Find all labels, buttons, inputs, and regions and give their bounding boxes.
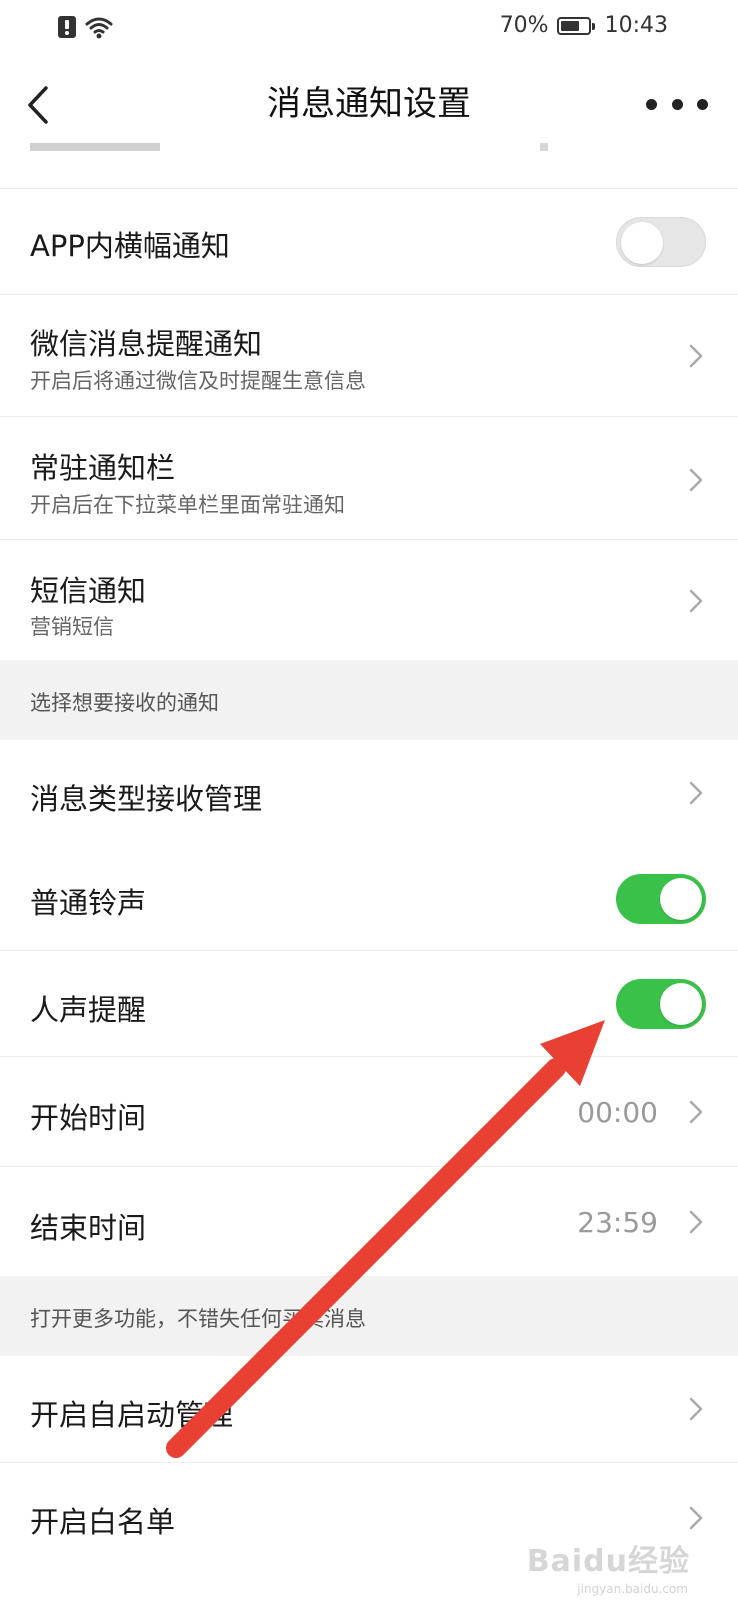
row-app-banner[interactable]: APP内横幅通知: [0, 188, 738, 294]
ringtone-toggle[interactable]: [616, 874, 706, 924]
chevron-right-icon: [689, 1506, 703, 1530]
chevron-right-icon: [689, 1210, 703, 1234]
row-label: 开启自启动管理: [30, 1398, 234, 1432]
row-sms[interactable]: 短信通知 营销短信: [0, 539, 738, 660]
chevron-right-icon: [689, 468, 703, 492]
row-label: 微信消息提醒通知: [30, 327, 263, 361]
row-label: 消息类型接收管理: [30, 782, 263, 816]
start-time-value: 00:00: [577, 1096, 658, 1129]
end-time-value: 23:59: [577, 1206, 658, 1239]
chevron-right-icon: [689, 344, 703, 368]
row-msg-type[interactable]: 消息类型接收管理: [0, 740, 738, 846]
banner-toggle[interactable]: [616, 217, 706, 267]
row-voice-reminder[interactable]: 人声提醒: [0, 950, 738, 1056]
status-bar: 70% 10:43: [0, 0, 738, 56]
row-label: 常驻通知栏: [30, 451, 176, 485]
row-end-time[interactable]: 结束时间 23:59: [0, 1166, 738, 1276]
row-label: APP内横幅通知: [30, 229, 230, 263]
row-label: 开始时间: [30, 1101, 147, 1135]
row-sublabel: 开启后在下拉菜单栏里面常驻通知: [30, 493, 345, 517]
row-start-time[interactable]: 开始时间 00:00: [0, 1056, 738, 1166]
watermark-url: jingyan.baidu.com: [577, 1582, 688, 1596]
section-label: 打开更多功能，不错失任何买卖消息: [30, 1307, 366, 1331]
voice-toggle[interactable]: [616, 979, 706, 1029]
battery-level: [560, 20, 579, 31]
row-resident-bar[interactable]: 常驻通知栏 开启后在下拉菜单栏里面常驻通知: [0, 416, 738, 539]
watermark-logo: Baidu经验: [526, 1544, 690, 1579]
settings-list: APP内横幅通知 微信消息提醒通知 开启后将通过微信及时提醒生意信息 常驻通知栏…: [0, 188, 738, 1568]
row-sublabel: 营销短信: [30, 615, 114, 639]
section-header-choose: 选择想要接收的通知: [0, 660, 738, 740]
section-label: 选择想要接收的通知: [30, 691, 219, 715]
chevron-right-icon: [689, 781, 703, 805]
wifi-icon: [85, 17, 113, 39]
row-label: 开启白名单: [30, 1505, 176, 1539]
row-label: 普通铃声: [30, 886, 147, 920]
alert-icon: [58, 16, 76, 38]
page-title: 消息通知设置: [267, 84, 471, 124]
row-sublabel: 开启后将通过微信及时提醒生意信息: [30, 369, 366, 393]
row-autostart[interactable]: 开启自启动管理: [0, 1356, 738, 1462]
row-ringtone[interactable]: 普通铃声: [0, 846, 738, 950]
chevron-right-icon: [689, 589, 703, 613]
nav-bar: 消息通知设置: [0, 56, 738, 156]
battery-percent: 70%: [499, 13, 549, 38]
clock: 10:43: [604, 13, 668, 38]
more-options-icon[interactable]: [646, 86, 708, 122]
row-label: 结束时间: [30, 1211, 147, 1245]
row-wechat-notify[interactable]: 微信消息提醒通知 开启后将通过微信及时提醒生意信息: [0, 294, 738, 416]
chevron-right-icon: [689, 1397, 703, 1421]
clipped-row-remnant: [30, 143, 548, 151]
section-header-more: 打开更多功能，不错失任何买卖消息: [0, 1276, 738, 1356]
row-label: 短信通知: [30, 574, 147, 608]
battery-icon: [556, 16, 595, 35]
chevron-right-icon: [689, 1100, 703, 1124]
row-label: 人声提醒: [30, 993, 147, 1027]
clipped-row: [0, 143, 738, 188]
